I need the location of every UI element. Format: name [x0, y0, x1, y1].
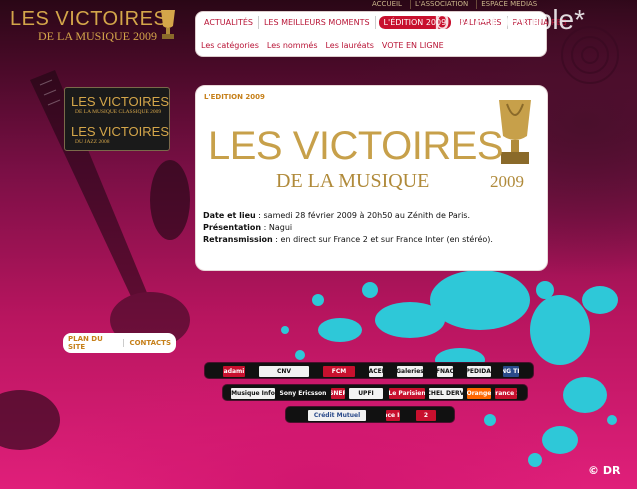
- info-presentation: Présentation : Nagui: [203, 222, 493, 234]
- section-label: L'EDITION 2009: [204, 93, 265, 101]
- partners-row-3: Crédit Mutuel France Inter 2: [285, 406, 455, 423]
- side-logo-jazz-title: LES VICTOIRES: [71, 124, 170, 139]
- subnav-vote-en-ligne[interactable]: VOTE EN LIGNE: [382, 41, 444, 50]
- subnav-categories[interactable]: Les catégories: [201, 41, 259, 50]
- side-logos-panel: LES VICTOIRES DE LA MUSIQUE CLASSIQUE 20…: [64, 87, 170, 151]
- partner-logo[interactable]: SPEDIDAM: [467, 366, 491, 377]
- partner-logo[interactable]: adami: [223, 366, 245, 377]
- info-date-label: Date et lieu: [203, 211, 256, 220]
- edition-info: Date et lieu : samedi 28 février 2009 à …: [203, 210, 493, 246]
- subnav-nommes[interactable]: Les nommés: [267, 41, 318, 50]
- partner-logo[interactable]: SNEP: [331, 388, 345, 399]
- info-presentation-value: : Nagui: [261, 223, 293, 232]
- side-logo-jazz[interactable]: LES VICTOIRES DU JAZZ 2008: [71, 124, 170, 145]
- partner-logo[interactable]: CNV: [259, 366, 309, 377]
- trophy-icon: [161, 10, 175, 39]
- info-retransmission: Retransmission : en direct sur France 2 …: [203, 234, 493, 246]
- edition-card: L'EDITION 2009 LES VICTOIRES DE LA MUSIQ…: [195, 85, 548, 271]
- photo-credit: © DR: [588, 464, 621, 477]
- partner-logo[interactable]: UPFI: [349, 388, 383, 399]
- partner-logo[interactable]: FNAC: [437, 366, 453, 377]
- info-retransmission-value: : en direct sur France 2 et sur France I…: [272, 235, 493, 244]
- side-logo-classique-subtitle: DE LA MUSIQUE CLASSIQUE 2009: [75, 109, 162, 115]
- edition-logo-subtitle: DE LA MUSIQUE: [276, 170, 430, 192]
- nav-actualites[interactable]: ACTUALITÉS: [199, 16, 259, 29]
- nav-secondary: Les catégories Les nommés Les lauréats V…: [201, 41, 444, 50]
- side-logo-classique[interactable]: LES VICTOIRES DE LA MUSIQUE CLASSIQUE 20…: [71, 94, 170, 115]
- partner-logo[interactable]: Orange: [467, 388, 491, 399]
- partner-logo[interactable]: Le Parisien: [389, 388, 425, 399]
- partner-logo[interactable]: France 2: [495, 388, 517, 399]
- info-presentation-label: Présentation: [203, 223, 262, 232]
- top-link-accueil[interactable]: ACCUEIL: [368, 0, 406, 9]
- side-logo-classique-title: LES VICTOIRES: [71, 94, 170, 109]
- partner-logo[interactable]: MICHEL DERVYN: [429, 388, 463, 399]
- partners-row-2: Musique Info Sony Ericsson SNEP UPFI Le …: [222, 384, 528, 401]
- partner-logo[interactable]: Musique Info: [231, 388, 275, 399]
- partner-logo[interactable]: FCM: [323, 366, 355, 377]
- partner-logo[interactable]: 2: [416, 410, 436, 421]
- contacts-link[interactable]: CONTACTS: [123, 339, 176, 347]
- info-date: Date et lieu : samedi 28 février 2009 à …: [203, 210, 493, 222]
- subnav-laureats[interactable]: Les lauréats: [325, 41, 373, 50]
- partners-row-1: adami CNV FCM SACEM Galeries FNAC SPEDID…: [204, 362, 534, 379]
- footer-links: PLAN DU SITE CONTACTS: [63, 333, 176, 353]
- partner-logo[interactable]: LONG TIME: [503, 366, 519, 377]
- info-date-value: : samedi 28 février 2009 à 20h50 au Zéni…: [255, 211, 471, 220]
- side-logo-jazz-subtitle: DU JAZZ 2008: [75, 139, 110, 145]
- partner-logo[interactable]: Crédit Mutuel: [308, 410, 366, 421]
- partner-logo[interactable]: Sony Ericsson: [279, 388, 327, 399]
- partner-logo[interactable]: Galeries: [397, 366, 423, 377]
- partner-logo[interactable]: SACEM: [369, 366, 383, 377]
- edition-logo-year: 2009: [490, 172, 524, 191]
- edition-logo-title: LES VICTOIRES: [208, 124, 504, 168]
- watermark-logo: purepeople*: [434, 4, 586, 35]
- partner-logo[interactable]: France Inter: [386, 410, 400, 421]
- info-retransmission-label: Retransmission: [203, 235, 273, 244]
- plan-du-site-link[interactable]: PLAN DU SITE: [63, 335, 123, 351]
- nav-meilleurs-moments[interactable]: LES MEILLEURS MOMENTS: [259, 16, 376, 29]
